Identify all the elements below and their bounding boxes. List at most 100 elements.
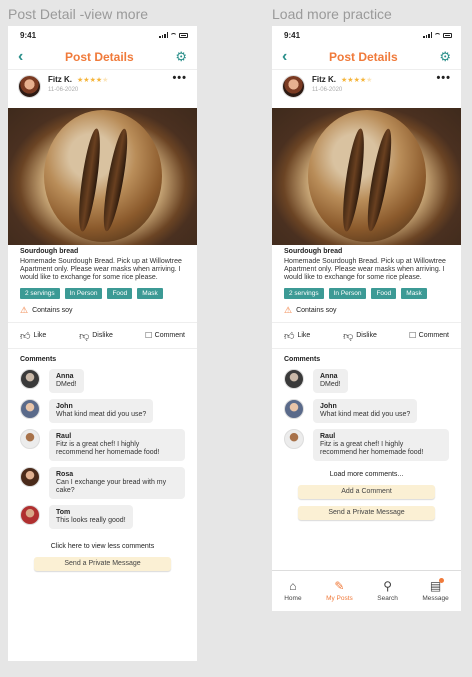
page-title: Post Details	[328, 49, 398, 64]
wifi-icon	[170, 32, 177, 38]
battery-icon	[179, 32, 188, 38]
allergen-notice: ⚠ Contains soy	[20, 305, 185, 316]
avatar[interactable]	[282, 75, 305, 98]
notification-dot	[439, 578, 445, 583]
chevron-left-icon[interactable]: ‹	[18, 48, 23, 65]
list-item: Rosa Can I exchange your bread with my ca…	[20, 467, 185, 499]
nav-label: Message	[422, 595, 449, 602]
private-message-button[interactable]: Send a Private Message	[298, 506, 435, 520]
tag-list: 2 servings In Person Food Mask	[284, 288, 449, 299]
comment-bubble: John What kind meat did you use?	[313, 399, 418, 423]
avatar[interactable]	[20, 399, 40, 419]
message-icon: ▤	[430, 578, 445, 592]
status-time: 9:41	[284, 30, 301, 40]
tag: Food	[371, 288, 397, 299]
comment-icon: □	[145, 330, 152, 341]
comment-bubble: Rosa Can I exchange your bread with my ca…	[49, 467, 185, 499]
signal-icon	[423, 32, 432, 38]
wifi-icon	[434, 32, 441, 38]
dislike-button[interactable]: 👎︎ Dislike	[343, 330, 377, 342]
thumbs-up-icon: 👍︎	[20, 330, 31, 342]
avatar[interactable]	[18, 75, 41, 98]
chevron-left-icon[interactable]: ‹	[282, 48, 287, 65]
allergen-notice: ⚠ Contains soy	[284, 305, 449, 316]
avatar[interactable]	[20, 505, 40, 525]
list-item: Anna DMed!	[20, 369, 185, 393]
commenter-name[interactable]: Raul	[320, 433, 442, 441]
post-date: 11-06-2020	[48, 87, 79, 93]
nav-my-posts[interactable]: ✎ My Posts	[326, 580, 353, 602]
list-item: Raul Fitz is a great chef! I highly recom…	[284, 429, 449, 461]
tag-list: 2 servings In Person Food Mask	[20, 288, 185, 299]
commenter-name[interactable]: Rosa	[56, 471, 178, 479]
comment-button[interactable]: □ Comment	[146, 330, 185, 341]
avatar[interactable]	[20, 429, 40, 449]
private-message-button[interactable]: Send a Private Message	[34, 557, 171, 571]
warning-icon: ⚠	[20, 305, 29, 315]
list-item: John What kind meat did you use?	[20, 399, 185, 423]
author-name[interactable]: Fitz K.	[312, 75, 336, 84]
commenter-name[interactable]: Raul	[56, 433, 178, 441]
comment-bubble: Anna DMed!	[313, 369, 348, 393]
comment-label: Comment	[154, 332, 185, 339]
like-label: Like	[297, 332, 311, 339]
add-comment-button[interactable]: Add a Comment	[298, 485, 435, 499]
edit-icon: ✎	[334, 579, 345, 593]
avatar[interactable]	[284, 429, 304, 449]
post-photo	[272, 108, 461, 245]
rating-stars: ★★★★★	[341, 76, 373, 84]
commenter-name[interactable]: John	[320, 403, 410, 411]
avatar[interactable]	[284, 399, 304, 419]
comment-text: Fitz is a great chef! I highly recommend…	[320, 441, 424, 456]
dislike-label: Dislike	[92, 332, 113, 339]
frame-title-left: Post Detail -view more	[8, 6, 149, 22]
gear-icon[interactable]: ⚙	[175, 49, 187, 65]
dislike-button[interactable]: 👎︎ Dislike	[79, 330, 113, 342]
nav-message[interactable]: ▤ Message	[422, 578, 449, 602]
commenter-name[interactable]: Tom	[56, 509, 126, 517]
status-bar: 9:41	[8, 26, 197, 44]
comment-text: What kind meat did you use?	[320, 411, 411, 418]
app-header: ‹ Post Details ⚙	[272, 44, 461, 70]
post-title: Sourdough bread	[284, 248, 343, 255]
like-button[interactable]: 👍︎ Like	[20, 330, 46, 342]
nav-label: Home	[284, 595, 302, 602]
allergen-label: Contains soy	[32, 307, 73, 314]
nav-label: Search	[377, 595, 398, 602]
commenter-name[interactable]: Anna	[320, 373, 341, 381]
like-button[interactable]: 👍︎ Like	[284, 330, 310, 342]
commenter-name[interactable]: John	[56, 403, 146, 411]
post-description: Homemade Sourdough Bread. Pick up at Wil…	[20, 258, 182, 281]
tag: 2 servings	[20, 288, 60, 299]
avatar[interactable]	[20, 369, 40, 389]
thumbs-down-icon: 👎︎	[343, 330, 354, 342]
comment-bubble: Anna DMed!	[49, 369, 84, 393]
phone-post-detail-view-more: 9:41 ‹ Post Details ⚙ Fitz K. ★★★★★ 11-0…	[8, 26, 197, 661]
comment-text: Fitz is a great chef! I highly recommend…	[56, 441, 160, 456]
tag: Mask	[137, 288, 163, 299]
comment-text: What kind meat did you use?	[56, 411, 147, 418]
gear-icon[interactable]: ⚙	[439, 49, 451, 65]
comment-icon: □	[409, 330, 416, 341]
comments-title: Comments	[284, 356, 321, 363]
comment-text: This looks really good!	[56, 517, 126, 524]
post-description: Homemade Sourdough Bread. Pick up at Wil…	[284, 258, 446, 281]
home-icon: ⌂	[289, 579, 297, 593]
post-actions: 👍︎ Like 👎︎ Dislike □ Comment	[272, 322, 461, 349]
tag: Food	[107, 288, 133, 299]
list-item: Raul Fitz is a great chef! I highly recom…	[20, 429, 185, 461]
frame-title-right: Load more practice	[272, 6, 392, 22]
avatar[interactable]	[20, 467, 40, 487]
more-options-icon[interactable]: •••	[436, 72, 451, 84]
nav-home[interactable]: ⌂ Home	[284, 580, 301, 602]
nav-search[interactable]: ⚲ Search	[377, 580, 398, 602]
avatar[interactable]	[284, 369, 304, 389]
more-options-icon[interactable]: •••	[172, 72, 187, 84]
comment-button[interactable]: □ Comment	[410, 330, 449, 341]
commenter-name[interactable]: Anna	[56, 373, 77, 381]
view-less-comments-link[interactable]: Click here to view less comments	[8, 543, 197, 550]
author-name[interactable]: Fitz K.	[48, 75, 72, 84]
comments-section: Comments Anna DMed! John What kind meat di…	[8, 349, 197, 529]
load-more-comments-link[interactable]: Load more comments...	[272, 471, 461, 478]
signal-icon	[159, 32, 168, 38]
